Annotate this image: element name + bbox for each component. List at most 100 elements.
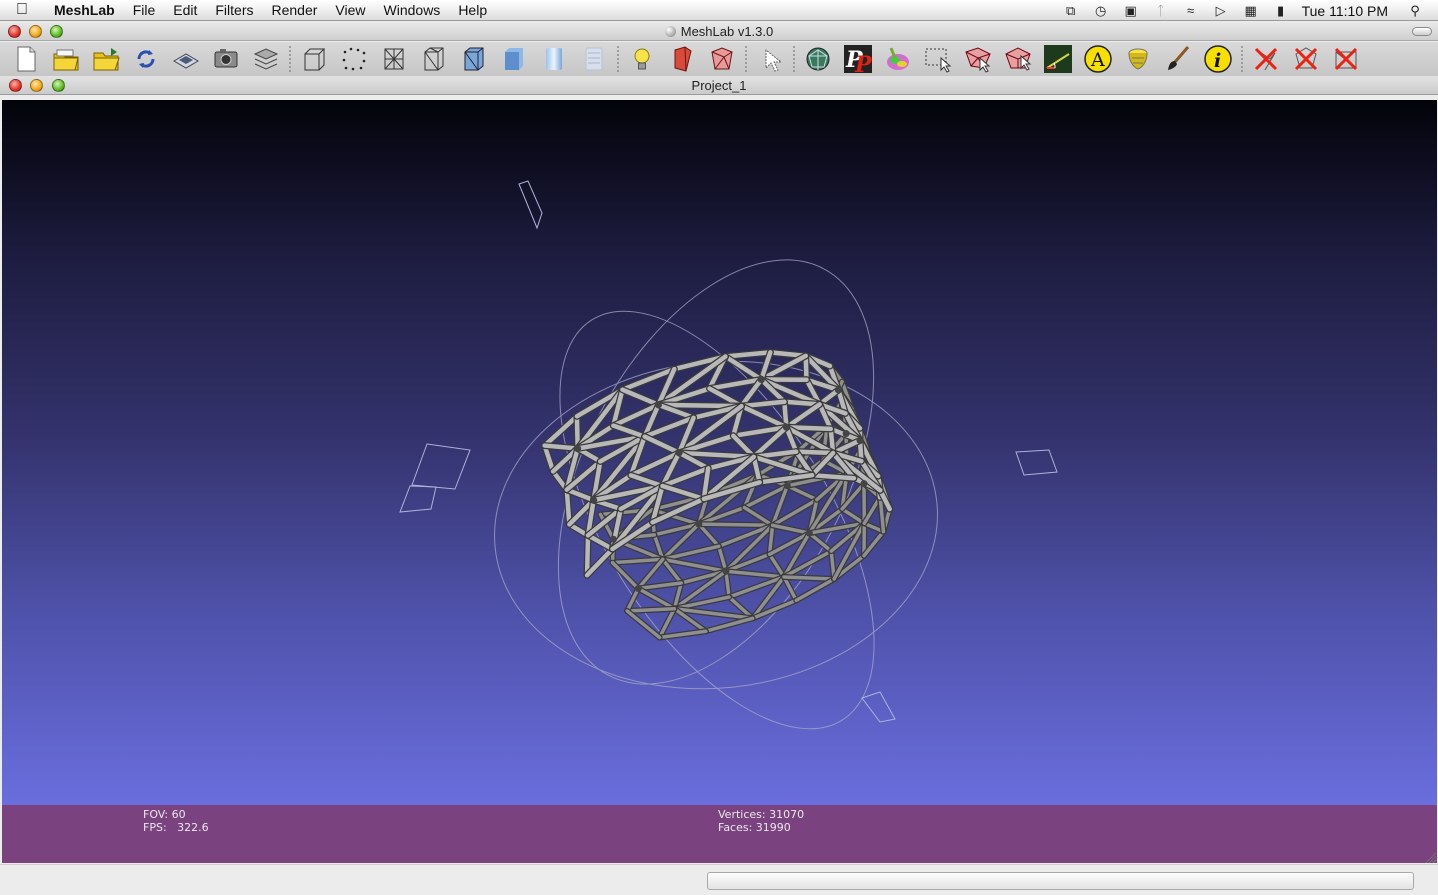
open-mesh-icon[interactable] (48, 43, 84, 75)
mesh-node (805, 529, 813, 537)
mesh-strut (611, 423, 647, 439)
camera-marker-bottom (861, 691, 896, 723)
mesh-strut (697, 522, 775, 528)
render-info-overlay: FOV: 60 FPS: 322.6 Vertices: 31070 Faces… (2, 805, 1437, 863)
new-document-icon[interactable] (8, 43, 44, 75)
viewport-resize-grip-icon[interactable] (1424, 851, 1436, 863)
fov-readout: FOV: 60 (143, 808, 186, 821)
faces-count: Faces: 31990 (718, 821, 791, 834)
keyboard-icon[interactable]: ▦ (1236, 3, 1266, 19)
svg-text:A: A (1090, 49, 1105, 71)
mesh-node (860, 480, 868, 488)
select-vertices-icon[interactable] (752, 43, 788, 75)
move-selection-icon[interactable] (1000, 43, 1036, 75)
mesh-node (695, 520, 703, 528)
mesh-strut (807, 531, 833, 553)
camera-marker-right (1015, 449, 1058, 476)
select-faces-rectangle-icon[interactable] (920, 43, 956, 75)
flat-lines-icon[interactable] (456, 43, 492, 75)
mesh-strut (584, 533, 591, 578)
mesh-node (782, 423, 790, 431)
snapshot-icon[interactable] (208, 43, 244, 75)
reload-icon[interactable] (128, 43, 164, 75)
paintbrush-icon[interactable] (1160, 43, 1196, 75)
mesh-strut (628, 473, 665, 489)
time-machine-icon[interactable]: ◷ (1086, 3, 1116, 19)
points-icon[interactable] (336, 43, 372, 75)
info-icon[interactable]: i (1200, 43, 1236, 75)
document-title: Project_1 (691, 78, 747, 93)
mesh-strut (809, 472, 857, 481)
mesh-node (783, 482, 791, 490)
delete-selected-vertices-icon[interactable] (1288, 43, 1324, 75)
camera-marker-left-b (399, 485, 437, 513)
backface-culling-icon[interactable] (664, 43, 700, 75)
status-bar (0, 864, 1438, 895)
app-menu[interactable]: MeshLab (44, 0, 124, 21)
measure-tool-icon[interactable] (1040, 43, 1076, 75)
mesh-strut (840, 507, 867, 526)
texture-icon[interactable] (576, 43, 612, 75)
paint-color-icon[interactable] (880, 43, 916, 75)
mesh-strut (625, 606, 677, 613)
hidden-lines-icon[interactable] (416, 43, 452, 75)
mesh-strut (636, 586, 677, 611)
double-side-lighting-icon[interactable] (704, 43, 740, 75)
mesh-strut (585, 533, 615, 552)
toolbar-toggle-button[interactable] (1412, 27, 1432, 36)
mesh-strut (660, 483, 707, 502)
status-menus: ⧉ ◷ ▣ ᛏ ≈ ▷ ▦ ▮ Tue 11:10 PM ⚲ (1056, 0, 1438, 21)
mesh-node (722, 567, 730, 575)
menu-help[interactable]: Help (449, 0, 496, 21)
spotlight-search-icon[interactable]: ⚲ (1400, 3, 1430, 19)
mesh-strut (620, 387, 661, 408)
menu-clock[interactable]: Tue 11:10 PM (1296, 3, 1400, 19)
wireframe-icon[interactable] (376, 43, 412, 75)
svg-text:i: i (1214, 50, 1221, 72)
bounding-box-icon[interactable] (296, 43, 332, 75)
bluetooth-icon[interactable]: ᛏ (1146, 3, 1176, 18)
scene-canvas[interactable] (2, 100, 1437, 805)
select-connected-faces-icon[interactable] (960, 43, 996, 75)
spaces-icon[interactable]: ⧉ (1056, 3, 1086, 19)
open-project-icon[interactable] (88, 43, 124, 75)
toolbar-separator (1240, 45, 1244, 73)
menu-windows[interactable]: Windows (375, 0, 450, 21)
mesh-info-icon[interactable] (800, 43, 836, 75)
quality-mapper-icon[interactable] (1120, 43, 1156, 75)
save-icon[interactable] (168, 43, 204, 75)
mesh-strut (697, 522, 721, 549)
fps-readout: FPS: 322.6 (143, 821, 209, 834)
toolbar-separator (744, 45, 748, 73)
wifi-icon[interactable]: ≈ (1176, 3, 1206, 18)
menu-view[interactable]: View (326, 0, 374, 21)
menu-edit[interactable]: Edit (164, 0, 206, 21)
apple-menu-icon[interactable]:  (0, 1, 44, 19)
mesh-node (675, 449, 683, 457)
main-toolbar: PP A i (0, 42, 1438, 76)
menu-filters[interactable]: Filters (206, 0, 262, 21)
3d-viewport[interactable] (2, 100, 1437, 805)
window-title-bar: MeshLab v1.3.0 (0, 22, 1438, 41)
mesh-node (834, 386, 842, 394)
delete-selected-faces-vertices-icon[interactable] (1328, 43, 1364, 75)
camera-marker-top (518, 180, 543, 230)
align-tool-icon[interactable]: A (1080, 43, 1116, 75)
menu-file[interactable]: File (124, 0, 165, 21)
smooth-icon[interactable] (536, 43, 572, 75)
display-icon[interactable]: ▣ (1116, 3, 1146, 19)
flat-icon[interactable] (496, 43, 532, 75)
mesh-strut (793, 449, 836, 456)
pickpoints-icon[interactable]: PP (840, 43, 876, 75)
mesh-strut (723, 354, 764, 382)
menu-render[interactable]: Render (263, 0, 327, 21)
mesh-node (757, 375, 765, 383)
document-title-bar: Project_1 (0, 76, 1438, 95)
light-bulb-icon[interactable] (624, 43, 660, 75)
mesh-strut (704, 616, 755, 633)
delete-selected-faces-icon[interactable] (1248, 43, 1284, 75)
lattice-cuff-mesh[interactable] (541, 348, 894, 641)
battery-icon[interactable]: ▮ (1266, 3, 1296, 19)
layers-icon[interactable] (248, 43, 284, 75)
volume-icon[interactable]: ▷ (1206, 3, 1236, 19)
